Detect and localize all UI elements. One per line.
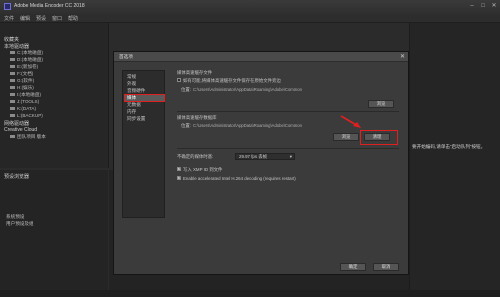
cloud-icon <box>10 135 15 139</box>
cache-database-header: 媒体高速缓存数据库 <box>177 115 217 120</box>
local-drives-label: 本地驱动器 <box>4 44 30 50</box>
nav-general[interactable]: 常规 <box>125 74 164 80</box>
chevron-down-icon: ▾ <box>289 154 292 159</box>
drive-item[interactable]: E:(新加卷) <box>10 64 38 70</box>
write-xmp-checkbox[interactable] <box>177 166 181 171</box>
save-cache-next-to-originals-checkbox[interactable] <box>177 78 181 82</box>
timebase-select[interactable]: 29.97 fps 丢帧 ▾ <box>235 153 295 160</box>
divider <box>177 111 399 112</box>
drive-item[interactable]: D:(本地磁盘) <box>10 57 43 63</box>
drive-icon <box>10 100 15 104</box>
creative-cloud-label: Creative Cloud <box>4 127 38 133</box>
menu-edit[interactable]: 编辑 <box>20 15 30 22</box>
save-cache-label: 如有可能,将媒体高速缓存文件保存在原始文件旁边 <box>183 78 281 83</box>
browse-database-button[interactable]: 浏览 <box>333 133 359 141</box>
preset-group[interactable]: 用户预设及组 <box>6 221 34 227</box>
preset-browser-panel: 预设浏览器 系统预设 用户预设及组 <box>0 170 108 294</box>
minimize-button[interactable]: – <box>467 3 477 10</box>
preset-group[interactable]: 系统预设 <box>6 214 24 220</box>
dialog-close-icon[interactable]: ✕ <box>400 53 405 60</box>
menu-preset[interactable]: 预设 <box>36 15 46 22</box>
team-projects-item[interactable]: 团队项目 版本 <box>10 134 46 140</box>
dialog-title: 首选项 <box>119 54 133 59</box>
maximize-button[interactable]: □ <box>478 3 488 10</box>
drive-icon <box>10 72 15 76</box>
drive-item[interactable]: G:(软件) <box>10 78 34 84</box>
timebase-label: 不确定的媒体时基: <box>177 154 214 159</box>
nav-appearance[interactable]: 外观 <box>125 81 164 87</box>
menu-bar: 文件 编辑 预设 窗口 帮助 <box>0 14 500 23</box>
drive-icon <box>10 86 15 90</box>
preset-browser-title: 预设浏览器 <box>4 174 30 180</box>
write-xmp-label: 写入 XMP ID 到文件 <box>183 167 223 172</box>
menu-help[interactable]: 帮助 <box>68 15 78 22</box>
intel-h264-label: Enable accelerated Intel H.264 decoding … <box>183 176 296 181</box>
drive-item[interactable]: I:(本地磁盘) <box>10 92 41 98</box>
drive-icon <box>10 107 15 111</box>
app-title: Adobe Media Encoder CC 2018 <box>14 3 85 9</box>
favorites-label: 收藏夹 <box>4 37 20 43</box>
menu-window[interactable]: 窗口 <box>52 15 62 22</box>
drive-icon <box>10 51 15 55</box>
ok-button[interactable]: 确定 <box>340 263 366 271</box>
menu-file[interactable]: 文件 <box>4 15 14 22</box>
app-logo-icon <box>4 3 11 10</box>
close-window-button[interactable]: ✕ <box>489 3 499 10</box>
timebase-value: 29.97 fps 丢帧 <box>239 154 268 159</box>
divider <box>177 148 399 149</box>
drive-item[interactable]: F:(文档) <box>10 71 33 77</box>
drive-item[interactable]: J:(TOOLS) <box>10 99 39 104</box>
cache-files-path: C:\Users\Administrator\AppData\Roaming\A… <box>193 87 302 92</box>
drive-item[interactable]: K:(DATA) <box>10 106 36 111</box>
database-location-label: 位置: <box>181 123 192 128</box>
queue-panel: 要开始编码,请单击“启动队列”按钮。 <box>409 23 500 294</box>
cache-files-header: 媒体高速缓存文件 <box>177 70 213 75</box>
drive-item[interactable]: L:(BACKUP) <box>10 113 43 118</box>
browse-cache-files-button[interactable]: 浏览 <box>368 100 394 108</box>
nav-media[interactable]: 媒体 <box>124 94 165 102</box>
database-path: C:\Users\Administrator\AppData\Roaming\A… <box>193 123 302 128</box>
drive-icon <box>10 114 15 118</box>
preferences-nav: 常规 外观 音频硬件 媒体 元数据 内存 同步设置 <box>122 70 165 218</box>
drive-icon <box>10 93 15 97</box>
cache-location-label: 位置: <box>181 87 192 92</box>
drive-item[interactable]: H:(娱乐) <box>10 85 34 91</box>
network-drives-label: 网络驱动器 <box>4 121 30 127</box>
nav-audio-hardware[interactable]: 音频硬件 <box>125 88 164 94</box>
drive-icon <box>10 58 15 62</box>
status-bar <box>0 290 500 297</box>
queue-hint-text: 要开始编码,请单击“启动队列”按钮。 <box>412 144 486 149</box>
app-title-bar: Adobe Media Encoder CC 2018 – □ ✕ <box>0 0 500 15</box>
nav-metadata[interactable]: 元数据 <box>125 102 164 108</box>
dialog-title-bar: 首选项 ✕ <box>114 52 408 62</box>
intel-h264-checkbox[interactable] <box>177 175 181 180</box>
highlight-box <box>360 130 398 145</box>
nav-memory[interactable]: 内存 <box>125 109 164 115</box>
annotation-arrow-icon <box>340 115 361 128</box>
media-browser-panel: 收藏夹 本地驱动器 C:(本地磁盘) D:(本地磁盘) E:(新加卷) F:(文… <box>0 23 109 168</box>
nav-sync-settings[interactable]: 同步设置 <box>125 116 164 122</box>
preferences-dialog: 首选项 ✕ 常规 外观 音频硬件 媒体 元数据 内存 同步设置 媒体高速缓存文件… <box>113 51 409 275</box>
drive-icon <box>10 79 15 83</box>
drive-icon <box>10 65 15 69</box>
cancel-button[interactable]: 取消 <box>373 263 399 271</box>
drive-item[interactable]: C:(本地磁盘) <box>10 50 43 56</box>
